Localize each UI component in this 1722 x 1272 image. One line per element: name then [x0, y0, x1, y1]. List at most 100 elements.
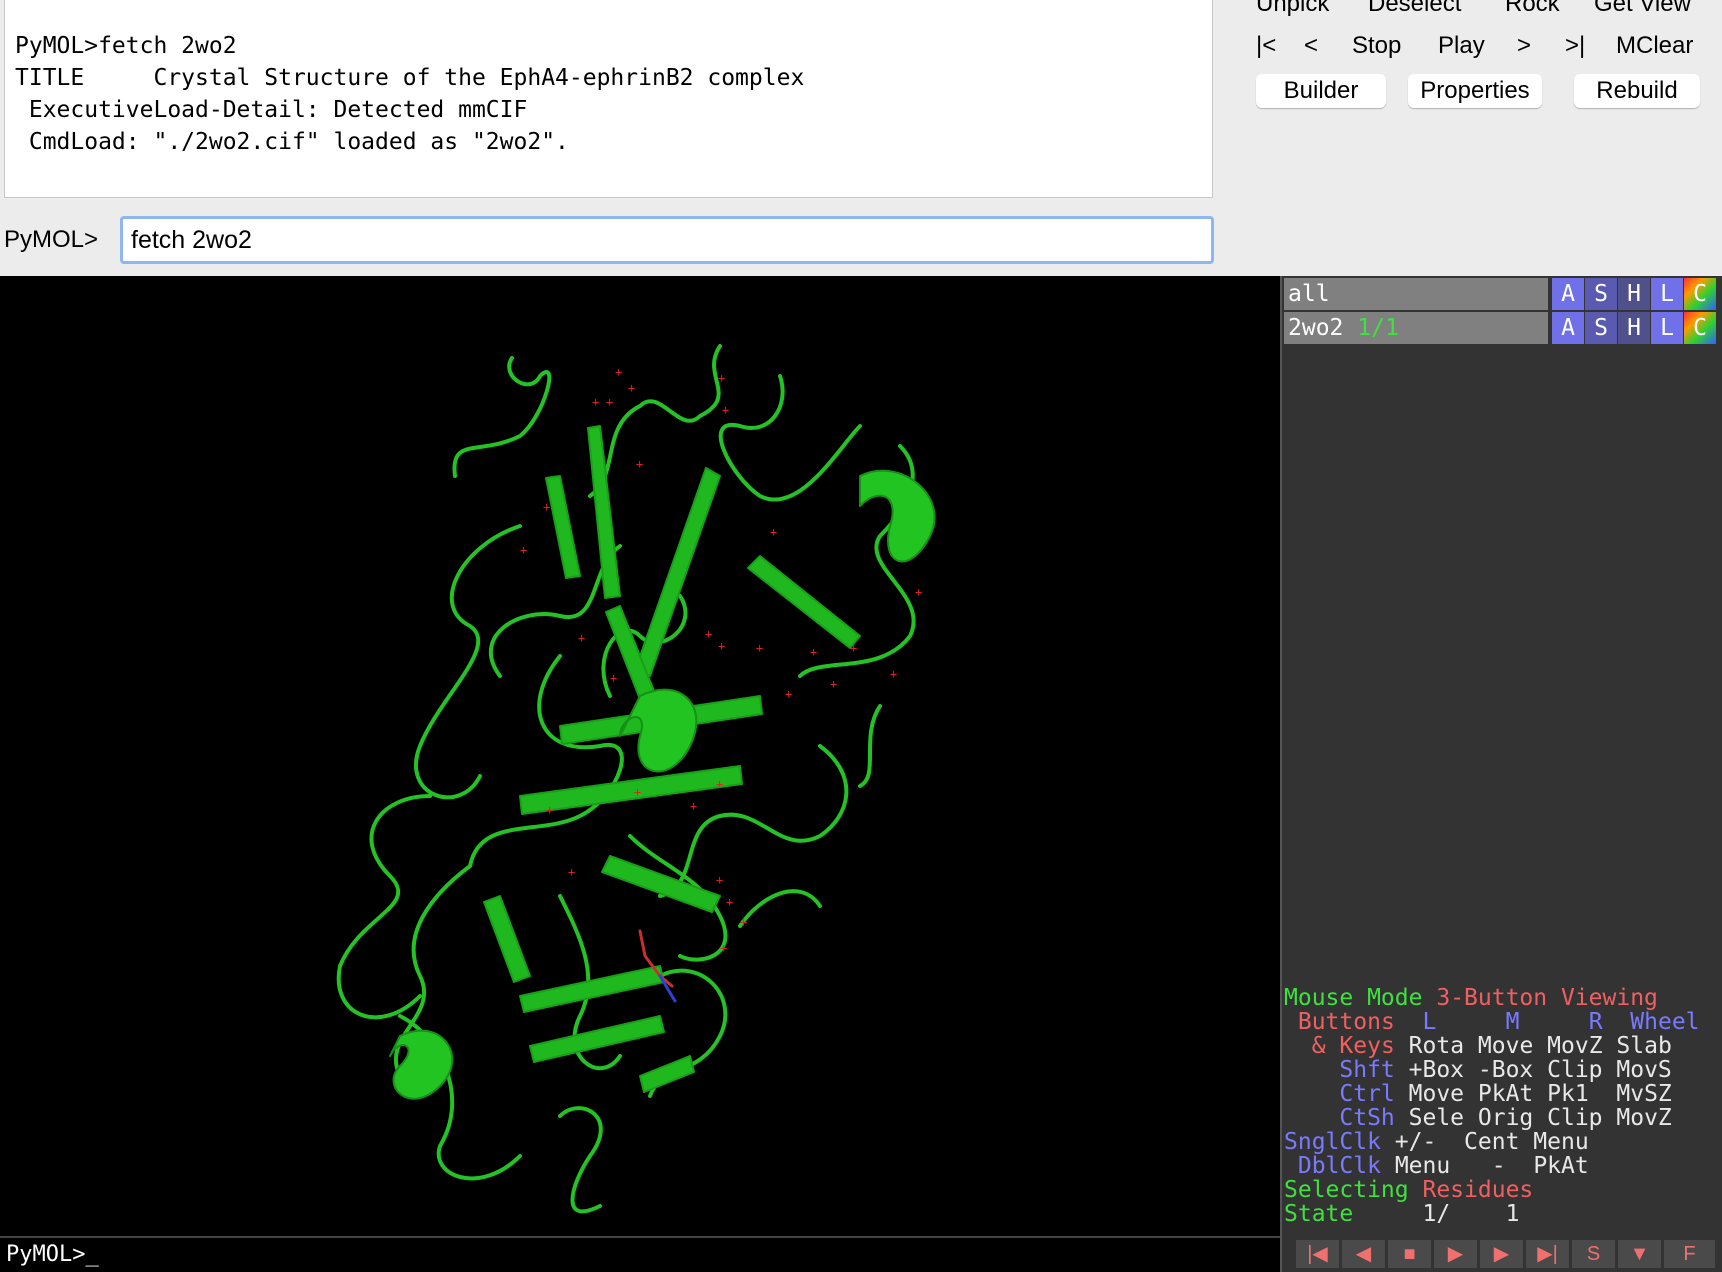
- binding: Pk1: [1547, 1081, 1589, 1107]
- mouse-mode-panel[interactable]: Mouse Mode 3-Button Viewing Buttons L M …: [1284, 986, 1722, 1226]
- binding: PkAt: [1477, 1081, 1534, 1107]
- show-button[interactable]: S: [1585, 312, 1618, 344]
- svg-text:+: +: [726, 895, 733, 909]
- prev-frame-button[interactable]: <: [1304, 32, 1318, 60]
- object-state: 1/1: [1357, 315, 1399, 341]
- svg-text:+: +: [578, 631, 585, 645]
- svg-text:+: +: [718, 371, 725, 385]
- mouse-mode-value: 3-Button Viewing: [1436, 985, 1658, 1011]
- binding: Move: [1477, 1033, 1534, 1059]
- unpick-button[interactable]: Unpick: [1256, 0, 1329, 18]
- object-name[interactable]: 2wo2 1/1: [1284, 312, 1548, 344]
- get-view-button[interactable]: Get View: [1594, 0, 1691, 18]
- next-frame-button[interactable]: >: [1517, 32, 1531, 60]
- molecule-viewer[interactable]: + + + + + + + + + + + + + + + + + + + + + + + + + + + + + +: [0, 276, 1280, 1236]
- last-frame-button[interactable]: >|: [1565, 32, 1585, 60]
- first-frame-button[interactable]: |<: [1256, 32, 1276, 60]
- fast-forward-icon[interactable]: ▶|: [1526, 1240, 1570, 1268]
- button-col: L: [1422, 1009, 1437, 1035]
- key-label: Shft: [1339, 1057, 1395, 1083]
- builder-button[interactable]: Builder: [1256, 74, 1386, 108]
- command-input[interactable]: [120, 216, 1214, 264]
- svg-text:+: +: [915, 585, 922, 599]
- svg-text:+: +: [810, 645, 817, 659]
- svg-text:+: +: [606, 395, 613, 409]
- svg-text:+: +: [756, 641, 763, 655]
- binding: Rota: [1408, 1033, 1465, 1059]
- svg-text:+: +: [716, 777, 723, 791]
- object-row-2wo2[interactable]: 2wo2 1/1 A S H L C: [1284, 312, 1722, 344]
- rock-button[interactable]: Rock: [1505, 0, 1560, 18]
- object-name[interactable]: all: [1284, 278, 1548, 310]
- binding: -: [1491, 1153, 1506, 1179]
- object-panel: all A S H L C 2wo2 1/1 A S H L C Mouse M…: [1280, 276, 1722, 1236]
- mclear-button[interactable]: MClear: [1616, 32, 1693, 60]
- selecting-label: Selecting: [1284, 1177, 1409, 1203]
- stop-icon[interactable]: ■: [1388, 1240, 1432, 1268]
- scene-button[interactable]: S: [1572, 1240, 1616, 1268]
- log-line: CmdLoad: "./2wo2.cif" loaded as "2wo2".: [15, 129, 569, 155]
- command-row: PyMOL>: [0, 214, 1220, 266]
- mouse-mode-title: Mouse Mode: [1284, 985, 1423, 1011]
- state-value: 1/ 1: [1422, 1201, 1520, 1227]
- log-line: ExecutiveLoad-Detail: Detected mmCIF: [15, 97, 528, 123]
- log-line: TITLE Crystal Structure of the EphA4-eph…: [15, 65, 805, 91]
- object-row-all[interactable]: all A S H L C: [1284, 278, 1722, 310]
- deselect-button[interactable]: Deselect: [1368, 0, 1461, 18]
- svg-text:+: +: [610, 671, 617, 685]
- hide-button[interactable]: H: [1618, 278, 1651, 310]
- buttons-label: Buttons: [1297, 1009, 1395, 1035]
- binding: MvSZ: [1616, 1081, 1672, 1107]
- svg-text:+: +: [890, 667, 897, 681]
- play-icon[interactable]: ▶: [1434, 1240, 1478, 1268]
- hide-button[interactable]: H: [1618, 312, 1651, 344]
- binding: MovZ: [1616, 1105, 1672, 1131]
- label-button[interactable]: L: [1651, 278, 1684, 310]
- svg-text:+: +: [720, 941, 727, 955]
- color-button[interactable]: C: [1684, 312, 1717, 344]
- log-line: PyMOL>fetch 2wo2: [15, 33, 237, 59]
- svg-text:+: +: [543, 500, 550, 514]
- svg-text:+: +: [770, 525, 777, 539]
- fullscreen-button[interactable]: F: [1664, 1240, 1716, 1268]
- step-back-icon[interactable]: ◀: [1342, 1240, 1386, 1268]
- protein-cartoon: +++ + ++++ ++++ + + ++ ++++ ++++ ++++ ++: [336, 344, 936, 1214]
- label-button[interactable]: L: [1651, 312, 1684, 344]
- binding: +/-: [1394, 1129, 1437, 1155]
- keys-label: & Keys: [1311, 1033, 1395, 1059]
- binding: Sele: [1408, 1105, 1465, 1131]
- svg-text:+: +: [722, 403, 729, 417]
- svg-text:+: +: [568, 865, 575, 879]
- button-col: Wheel: [1630, 1009, 1700, 1035]
- binding: +Box: [1408, 1057, 1465, 1083]
- color-button[interactable]: C: [1684, 278, 1717, 310]
- svg-text:+: +: [718, 639, 725, 653]
- action-button[interactable]: A: [1552, 278, 1585, 310]
- state-label: State: [1284, 1201, 1354, 1227]
- menu-down-icon[interactable]: ▼: [1618, 1240, 1662, 1268]
- binding: Clip: [1547, 1057, 1603, 1083]
- selecting-value[interactable]: Residues: [1422, 1177, 1533, 1203]
- rebuild-button[interactable]: Rebuild: [1574, 74, 1700, 108]
- show-button[interactable]: S: [1585, 278, 1618, 310]
- stop-button[interactable]: Stop: [1352, 32, 1401, 60]
- svg-text:+: +: [850, 641, 857, 655]
- binding: MovS: [1616, 1057, 1672, 1083]
- command-prompt-label: PyMOL>: [4, 226, 99, 253]
- output-log: PyMOL>fetch 2wo2 TITLE Crystal Structure…: [4, 0, 1213, 198]
- svg-text:+: +: [830, 677, 837, 691]
- svg-text:+: +: [628, 381, 635, 395]
- properties-button[interactable]: Properties: [1408, 74, 1542, 108]
- play-button[interactable]: Play: [1438, 32, 1485, 60]
- svg-text:+: +: [716, 873, 723, 887]
- object-name-label: all: [1288, 281, 1330, 307]
- binding: MovZ: [1547, 1033, 1603, 1059]
- viewer-command-line[interactable]: PyMOL>_: [0, 1236, 1280, 1272]
- key-label: DblClk: [1297, 1153, 1381, 1179]
- binding: Slab: [1616, 1033, 1672, 1059]
- action-button[interactable]: A: [1552, 312, 1585, 344]
- step-forward-icon[interactable]: ▶: [1480, 1240, 1524, 1268]
- playback-bar: |◀ ◀ ■ ▶ ▶ ▶| S ▼ F: [1280, 1236, 1722, 1272]
- rewind-icon[interactable]: |◀: [1296, 1240, 1340, 1268]
- key-label: CtSh: [1339, 1105, 1395, 1131]
